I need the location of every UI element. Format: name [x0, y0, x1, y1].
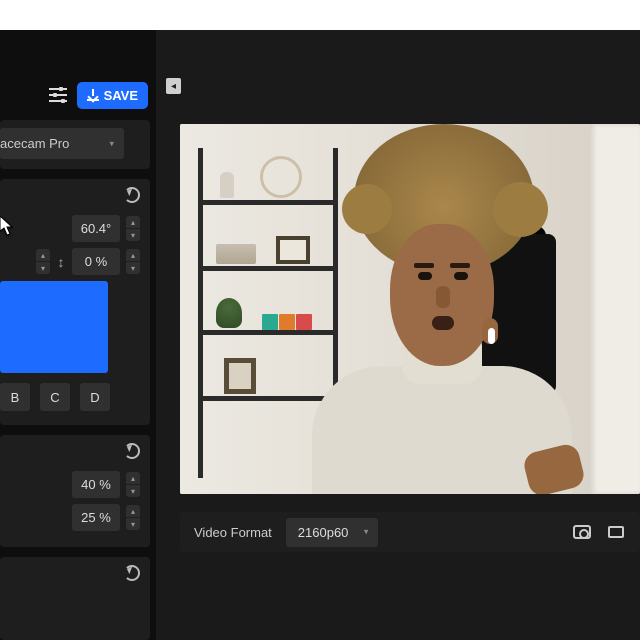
- value-b[interactable]: 25 %: [72, 504, 120, 531]
- video-format-value: 2160p60: [298, 525, 349, 540]
- aspect-button[interactable]: [606, 524, 626, 540]
- video-preview[interactable]: [180, 124, 640, 494]
- color-swatch[interactable]: [0, 281, 108, 373]
- value-a-stepper[interactable]: ▴▾: [126, 472, 140, 497]
- reset-icon[interactable]: [124, 187, 140, 203]
- video-format-dropdown[interactable]: 2160p60 ▾: [286, 518, 379, 547]
- vertical-arrows-icon: ↕: [56, 254, 66, 270]
- mouse-cursor: [0, 216, 14, 236]
- transform-panel: 60.4° ▴▾ ▴▾ ↕ 0 % ▴▾ B C D: [0, 179, 150, 425]
- chevron-down-icon: ▾: [364, 527, 369, 538]
- angle-value[interactable]: 60.4°: [72, 215, 120, 242]
- value-b-stepper[interactable]: ▴▾: [126, 505, 140, 530]
- adjust-panel: 40 % ▴▾ 25 % ▴▾: [0, 435, 150, 547]
- preset-b[interactable]: B: [0, 383, 30, 411]
- bottom-bar: Video Format 2160p60 ▾: [180, 512, 640, 552]
- save-button[interactable]: SAVE: [77, 82, 148, 109]
- reset-icon[interactable]: [124, 565, 140, 581]
- camera-dropdown-value: acecam Pro: [0, 136, 69, 151]
- main-area: Video Format 2160p60 ▾: [156, 30, 640, 640]
- value-a[interactable]: 40 %: [72, 471, 120, 498]
- app-window: ◂ SAVE acecam Pro ▾ 60.4° ▴▾: [0, 30, 640, 640]
- camera-select-panel: acecam Pro ▾: [0, 120, 150, 169]
- panel-collapse-button[interactable]: ◂: [166, 78, 181, 94]
- preset-d[interactable]: D: [80, 383, 110, 411]
- save-button-label: SAVE: [104, 88, 138, 103]
- camera-dropdown[interactable]: acecam Pro ▾: [0, 128, 124, 159]
- preset-c[interactable]: C: [40, 383, 70, 411]
- download-icon: [87, 89, 99, 101]
- video-format-label: Video Format: [194, 525, 272, 540]
- percent-stepper[interactable]: ▴▾: [126, 249, 140, 274]
- aux-stepper[interactable]: ▴▾: [36, 249, 50, 274]
- autofocus-button[interactable]: [572, 524, 592, 540]
- angle-stepper[interactable]: ▴▾: [126, 216, 140, 241]
- browser-chrome: [0, 0, 640, 30]
- percent-value[interactable]: 0 %: [72, 248, 120, 275]
- reset-icon[interactable]: [124, 443, 140, 459]
- adjustments-icon[interactable]: [49, 88, 67, 102]
- chevron-down-icon: ▾: [109, 138, 114, 149]
- lower-panel: [0, 557, 150, 640]
- sidebar: SAVE acecam Pro ▾ 60.4° ▴▾ ▴▾ ↕ 0 % ▴▾: [0, 30, 156, 640]
